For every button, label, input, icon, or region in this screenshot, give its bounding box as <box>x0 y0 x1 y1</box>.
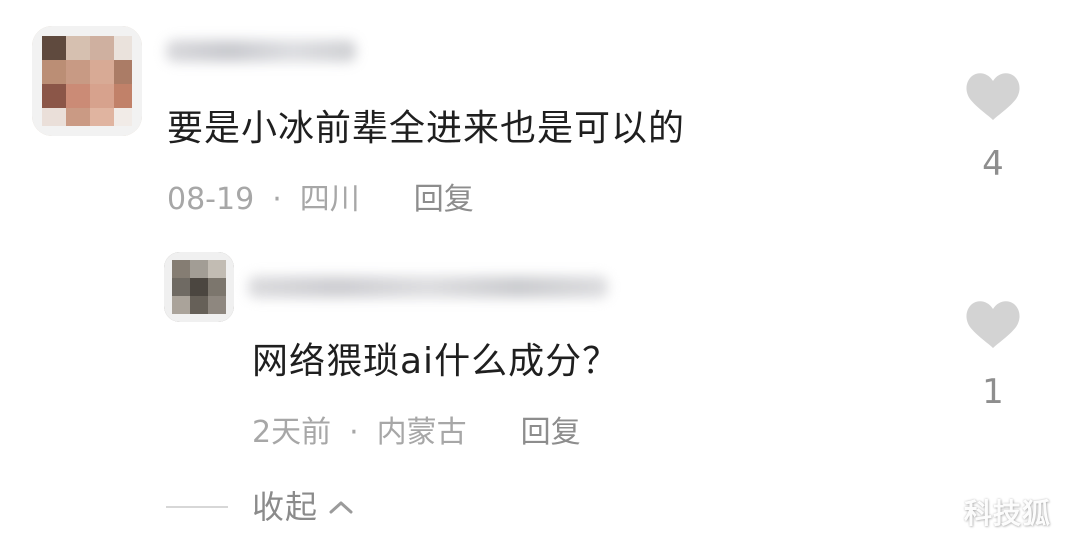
chevron-up-icon[interactable] <box>328 499 354 515</box>
like-count: 1 <box>982 372 1004 412</box>
meta-separator: · <box>272 182 282 217</box>
comment-text: 要是小冰前辈全进来也是可以的 <box>167 108 686 149</box>
heart-icon[interactable] <box>964 300 1022 350</box>
reply-location: 内蒙古 <box>376 415 467 450</box>
heart-icon[interactable] <box>964 72 1022 122</box>
like-count: 4 <box>982 144 1004 184</box>
reply-date: 2天前 <box>252 415 332 450</box>
reply-button[interactable]: 回复 <box>521 418 581 448</box>
collapse-row: 收起 <box>166 491 354 523</box>
comment-date: 08-19 <box>167 182 255 217</box>
comment-location: 四川 <box>299 182 360 217</box>
username-blurred <box>248 276 608 298</box>
collapse-divider <box>166 506 228 508</box>
like-control[interactable]: 4 <box>963 72 1023 181</box>
watermark: 科技狐 <box>963 497 1051 530</box>
reply-button[interactable]: 回复 <box>414 185 474 215</box>
username-blurred <box>166 40 356 62</box>
reply-comment-text: 网络猥琐ai什么成分？ <box>252 341 620 382</box>
like-control[interactable]: 1 <box>963 300 1023 409</box>
collapse-button[interactable]: 收起 <box>252 491 354 523</box>
avatar[interactable] <box>164 252 234 322</box>
reply-meta: 2天前 · 内蒙古 回复 <box>252 418 581 448</box>
meta-separator: · <box>349 415 359 450</box>
comment-meta: 08-19 · 四川 回复 <box>167 185 474 215</box>
comment-thread: 要是小冰前辈全进来也是可以的 08-19 · 四川 回复 4 网络猥琐ai什么成… <box>0 0 1065 546</box>
avatar[interactable] <box>32 26 142 136</box>
collapse-label[interactable]: 收起 <box>252 491 318 523</box>
